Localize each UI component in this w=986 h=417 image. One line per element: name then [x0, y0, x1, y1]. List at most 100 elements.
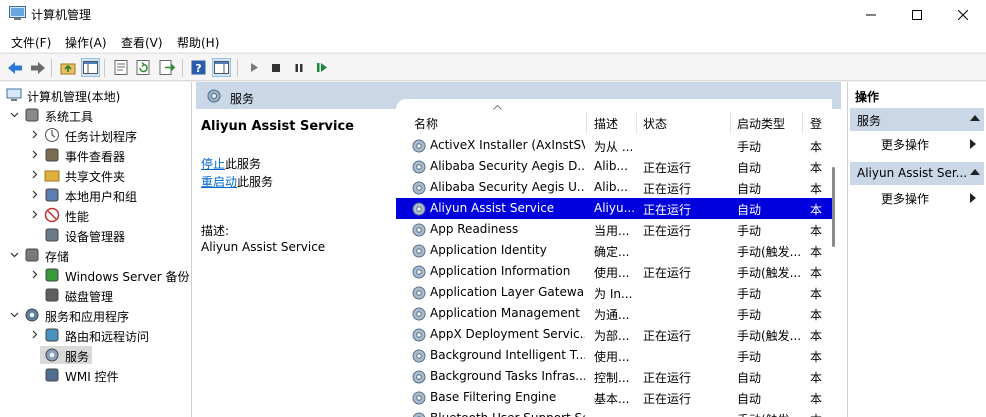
tree-item-storage[interactable]: 存储	[0, 245, 192, 265]
tree-item-services[interactable]: 服务	[0, 345, 192, 365]
start-service-button[interactable]	[244, 58, 263, 77]
column-header-startup-type[interactable]: 启动类型	[737, 99, 802, 134]
service-row[interactable]: Background Intelligent T... 使用... 手动 本	[396, 345, 832, 366]
tree-item-shared-folders[interactable]: 共享文件夹	[0, 165, 192, 185]
chevron-down-icon[interactable]	[10, 310, 19, 319]
service-row[interactable]: Application Layer Gatewa... 为 In... 手动 本	[396, 282, 832, 303]
service-logon-cell: 本	[810, 245, 823, 259]
service-row[interactable]: Alibaba Security Aegis U... Alib... 正在运行 自动…	[396, 177, 832, 198]
chevron-right-icon[interactable]	[30, 190, 39, 199]
service-name-cell: Application Identity	[430, 243, 547, 257]
chevron-right-icon[interactable]	[30, 150, 39, 159]
column-header-logon[interactable]: 登	[810, 99, 832, 134]
help-button[interactable]: ?	[189, 58, 208, 77]
service-status-cell: 正在运行	[643, 329, 692, 343]
tree-item-system-tools[interactable]: 系统工具	[0, 105, 192, 125]
tree-item-task-scheduler[interactable]: 任务计划程序	[0, 125, 192, 145]
service-status-cell: 正在运行	[643, 224, 692, 238]
show-hide-tree-button[interactable]	[81, 58, 100, 77]
service-row[interactable]: Alibaba Security Aegis D... Alib... 正在运行 自动…	[396, 156, 832, 177]
service-desc-cell: 为通...	[594, 308, 630, 322]
stop-service-button[interactable]	[266, 58, 285, 77]
back-button[interactable]	[5, 58, 24, 77]
service-startup-cell: 手动	[737, 308, 762, 322]
tree-item-performance[interactable]: 性能	[0, 205, 192, 225]
service-desc-cell: 当用...	[594, 224, 630, 238]
service-desc-cell: 控制...	[594, 371, 630, 385]
service-row[interactable]: Application Information 使用... 正在运行 手动(触发...…	[396, 261, 832, 282]
tree-item-backup[interactable]: Windows Server 备份	[0, 265, 192, 285]
tree-item-disk-management[interactable]: 磁盘管理	[0, 285, 192, 305]
play-icon	[250, 63, 258, 72]
stop-service-link[interactable]: 停止	[201, 157, 225, 171]
service-row[interactable]: Application Identity 确定... 手动(触发... 本	[396, 240, 832, 261]
service-status-cell: 正在运行	[643, 161, 692, 175]
stop-service-suffix: 此服务	[225, 157, 262, 171]
service-row[interactable]: Aliyun Assist Service Aliyu... 正在运行 自动 本	[396, 198, 832, 219]
tree-item-label: 服务和应用程序	[45, 310, 130, 324]
service-row[interactable]: Application Management 为通... 手动 本	[396, 303, 832, 324]
restart-service-button[interactable]	[312, 58, 331, 77]
tree-item-label: 本地用户和组	[65, 190, 138, 204]
maximize-button[interactable]	[894, 0, 940, 30]
pause-service-button[interactable]	[289, 58, 308, 77]
actions-group-selected-service[interactable]: Aliyun Assist Ser...	[850, 162, 984, 185]
column-header-name[interactable]: 名称	[414, 99, 584, 134]
tree-item-label: 路由和远程访问	[65, 330, 150, 344]
service-row[interactable]: App Readiness 当用... 正在运行 手动 本	[396, 219, 832, 240]
service-row[interactable]: ActiveX Installer (AxInstSV) 为从 ... 手动 本	[396, 135, 832, 156]
service-row[interactable]: Base Filtering Engine 基本... 正在运行 自动 本	[396, 387, 832, 408]
description-value: Aliyun Assist Service	[201, 240, 326, 254]
column-header-description[interactable]: 描述	[594, 99, 636, 134]
close-button[interactable]	[940, 0, 986, 30]
tree-item-computer-management[interactable]: 计算机管理(本地)	[0, 85, 192, 105]
menu-help[interactable]: 帮助(H)	[177, 34, 219, 51]
task-scheduler-icon	[45, 128, 59, 142]
tree-item-routing[interactable]: 路由和远程访问	[0, 325, 192, 345]
submenu-arrow-icon	[970, 139, 976, 149]
tree-item-device-manager[interactable]: 设备管理器	[0, 225, 192, 245]
minimize-button[interactable]	[848, 0, 894, 30]
tree-item-wmi[interactable]: WMI 控件	[0, 365, 192, 385]
up-one-level-button[interactable]	[58, 58, 77, 77]
more-actions-services[interactable]: 更多操作	[881, 136, 929, 153]
back-arrow-icon	[7, 61, 22, 74]
menu-file[interactable]: 文件(F)	[11, 34, 51, 51]
service-startup-cell: 手动	[737, 350, 762, 364]
show-hide-action-pane-button[interactable]	[212, 58, 231, 77]
export-icon	[159, 60, 175, 75]
chevron-down-icon[interactable]	[10, 110, 19, 119]
column-header-status[interactable]: 状态	[643, 99, 728, 134]
tree-item-label: 存储	[45, 250, 70, 264]
forward-button[interactable]	[28, 58, 47, 77]
close-icon	[958, 10, 968, 20]
service-logon-cell: 本	[810, 140, 823, 154]
vertical-scrollbar-thumb[interactable]	[832, 167, 835, 247]
service-row[interactable]: Background Tasks Infras... 控制... 正在运行 自动 本	[396, 366, 832, 387]
refresh-button[interactable]	[134, 58, 153, 77]
service-row[interactable]: Bluetooth User Support Se...... 手动(触发... 本	[396, 408, 832, 417]
more-actions-selected-service[interactable]: 更多操作	[881, 190, 929, 207]
tree-item-users[interactable]: 本地用户和组	[0, 185, 192, 205]
restart-service-link[interactable]: 重启动	[201, 175, 237, 189]
backup-icon	[45, 268, 59, 282]
services-pane: 服务 Aliyun Assist Service 停止此服务 重启动此服务 描述…	[196, 82, 841, 417]
service-status-cell: 正在运行	[643, 392, 692, 406]
chevron-right-icon[interactable]	[30, 270, 39, 279]
tree-item-services-apps[interactable]: 服务和应用程序	[0, 305, 192, 325]
menu-action[interactable]: 操作(A)	[65, 34, 107, 51]
menu-view[interactable]: 查看(V)	[121, 34, 163, 51]
actions-group-services[interactable]: 服务	[850, 108, 984, 131]
chevron-right-icon[interactable]	[30, 130, 39, 139]
chevron-right-icon[interactable]	[30, 330, 39, 339]
tree-item-event-viewer[interactable]: 事件查看器	[0, 145, 192, 165]
service-startup-cell: 自动	[737, 392, 762, 406]
chevron-right-icon[interactable]	[30, 170, 39, 179]
actions-pane: 操作 服务 更多操作 Aliyun Assist Ser... 更多操作	[847, 82, 986, 417]
properties-button[interactable]	[111, 58, 130, 77]
chevron-down-icon[interactable]	[10, 250, 19, 259]
service-row[interactable]: AppX Deployment Servic... 为部... 正在运行 手动(触发.…	[396, 324, 832, 345]
export-list-button[interactable]	[157, 58, 176, 77]
tree-item-label: 性能	[65, 210, 90, 224]
chevron-right-icon[interactable]	[30, 210, 39, 219]
